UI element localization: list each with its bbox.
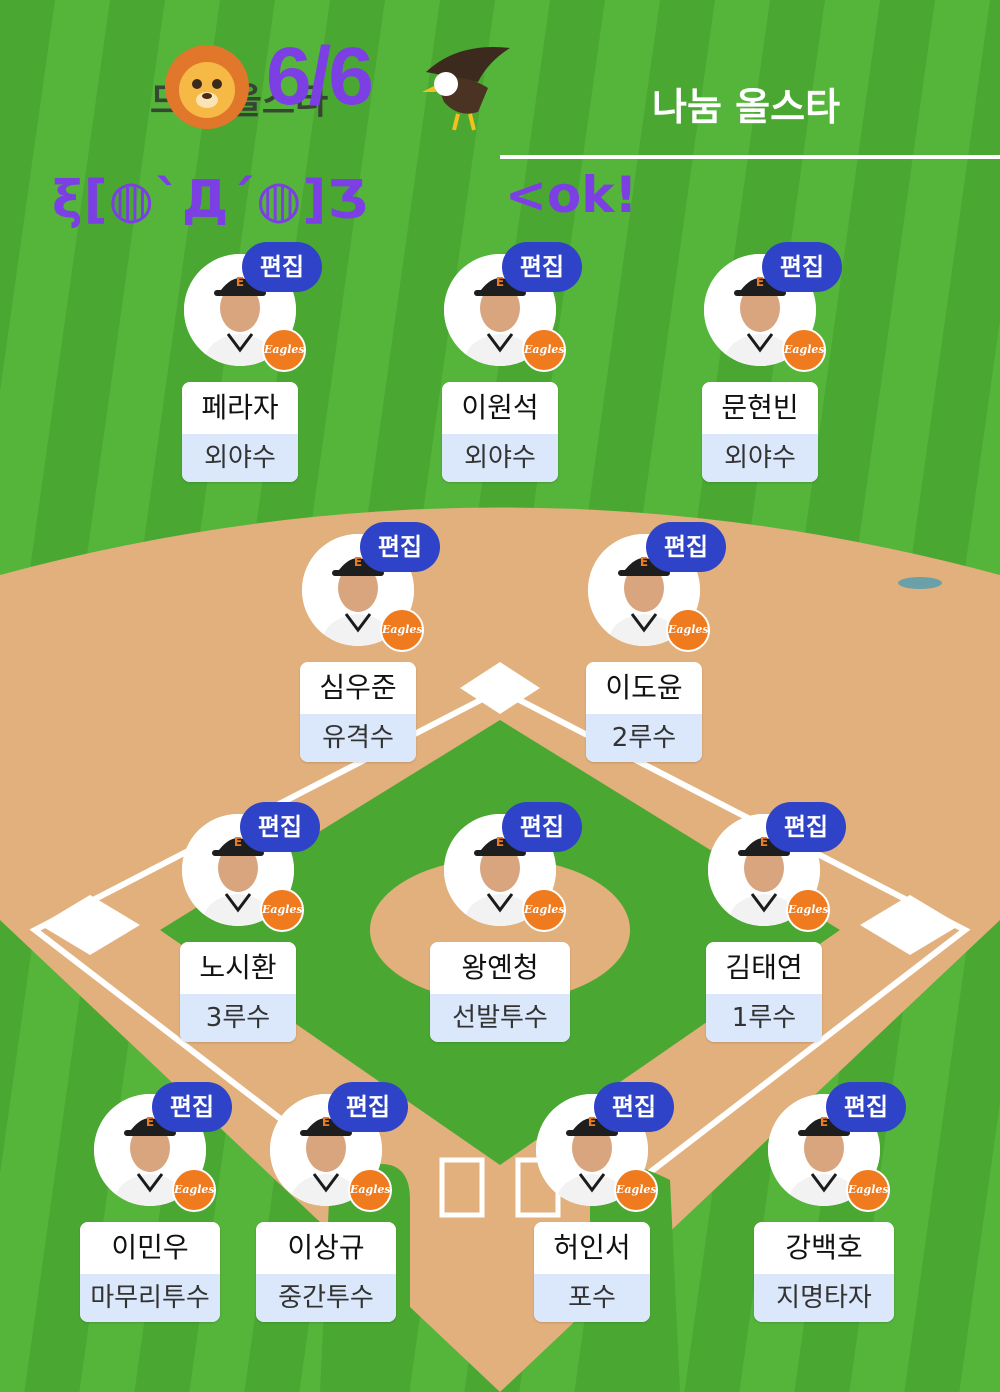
svg-text:E: E (354, 555, 362, 569)
player-name: 김태연 (706, 942, 822, 994)
edit-button[interactable]: 편집 (240, 802, 320, 852)
player-name: 이도윤 (586, 662, 702, 714)
svg-text:E: E (236, 275, 244, 289)
team-logo-icon: Eagles (262, 328, 306, 372)
player-name-card[interactable]: 강백호 지명타자 (754, 1222, 894, 1322)
player-name: 허인서 (534, 1222, 650, 1274)
player-position: 외야수 (702, 434, 818, 482)
player-name-card[interactable]: 페라자 외야수 (182, 382, 298, 482)
header-divider (500, 155, 1000, 159)
player-name: 왕옌청 (430, 942, 570, 994)
team-logo-icon: Eagles (348, 1168, 392, 1212)
lion-emoji-icon (162, 42, 252, 136)
svg-text:E: E (322, 1115, 330, 1129)
edit-button[interactable]: 편집 (502, 802, 582, 852)
player-position: 지명타자 (754, 1274, 894, 1322)
svg-text:E: E (588, 1115, 596, 1129)
team-logo-icon: Eagles (522, 328, 566, 372)
edit-button[interactable]: 편집 (502, 242, 582, 292)
svg-text:E: E (496, 835, 504, 849)
player-name: 강백호 (754, 1222, 894, 1274)
svg-text:E: E (146, 1115, 154, 1129)
team-logo-icon: Eagles (846, 1168, 890, 1212)
team-logo-icon: Eagles (522, 888, 566, 932)
player-name-card[interactable]: 허인서 포수 (534, 1222, 650, 1322)
svg-text:E: E (496, 275, 504, 289)
player-name: 이원석 (442, 382, 558, 434)
player-name-card[interactable]: 김태연 1루수 (706, 942, 822, 1042)
svg-text:E: E (760, 835, 768, 849)
edit-button[interactable]: 편집 (766, 802, 846, 852)
eagle-emoji-icon (418, 42, 514, 138)
player-position: 중간투수 (256, 1274, 396, 1322)
player-position: 2루수 (586, 714, 702, 762)
svg-text:E: E (820, 1115, 828, 1129)
player-position: 1루수 (706, 994, 822, 1042)
player-position: 선발투수 (430, 994, 570, 1042)
ok-sticker: <ok! (505, 166, 638, 224)
player-position: 외야수 (442, 434, 558, 482)
player-position: 마무리투수 (80, 1274, 220, 1322)
player-name-card[interactable]: 이원석 외야수 (442, 382, 558, 482)
edit-button[interactable]: 편집 (826, 1082, 906, 1132)
player-name: 문현빈 (702, 382, 818, 434)
match-date: 6/6 (266, 31, 374, 122)
emoticon-sticker: ξ[◍`Д´◍]Ʒ (52, 170, 369, 230)
edit-button[interactable]: 편집 (242, 242, 322, 292)
svg-text:E: E (640, 555, 648, 569)
edit-button[interactable]: 편집 (152, 1082, 232, 1132)
player-name: 노시환 (180, 942, 296, 994)
team-logo-icon: Eagles (614, 1168, 658, 1212)
player-name-card[interactable]: 문현빈 외야수 (702, 382, 818, 482)
team-logo-icon: Eagles (260, 888, 304, 932)
team-logo-icon: Eagles (172, 1168, 216, 1212)
team-right-title: 나눔 올스타 (652, 85, 841, 129)
team-logo-icon: Eagles (786, 888, 830, 932)
player-position: 유격수 (300, 714, 416, 762)
player-position: 외야수 (182, 434, 298, 482)
svg-text:E: E (756, 275, 764, 289)
team-logo-icon: Eagles (666, 608, 710, 652)
edit-button[interactable]: 편집 (646, 522, 726, 572)
player-position: 포수 (534, 1274, 650, 1322)
player-name-card[interactable]: 노시환 3루수 (180, 942, 296, 1042)
player-name-card[interactable]: 이민우 마무리투수 (80, 1222, 220, 1322)
player-name: 페라자 (182, 382, 298, 434)
svg-text:E: E (234, 835, 242, 849)
edit-button[interactable]: 편집 (762, 242, 842, 292)
player-name: 심우준 (300, 662, 416, 714)
player-name: 이민우 (80, 1222, 220, 1274)
player-name: 이상규 (256, 1222, 396, 1274)
player-name-card[interactable]: 심우준 유격수 (300, 662, 416, 762)
edit-button[interactable]: 편집 (594, 1082, 674, 1132)
player-position: 3루수 (180, 994, 296, 1042)
player-name-card[interactable]: 왕옌청 선발투수 (430, 942, 570, 1042)
player-name-card[interactable]: 이도윤 2루수 (586, 662, 702, 762)
team-logo-icon: Eagles (380, 608, 424, 652)
edit-button[interactable]: 편집 (328, 1082, 408, 1132)
edit-button[interactable]: 편집 (360, 522, 440, 572)
player-name-card[interactable]: 이상규 중간투수 (256, 1222, 396, 1322)
team-logo-icon: Eagles (782, 328, 826, 372)
